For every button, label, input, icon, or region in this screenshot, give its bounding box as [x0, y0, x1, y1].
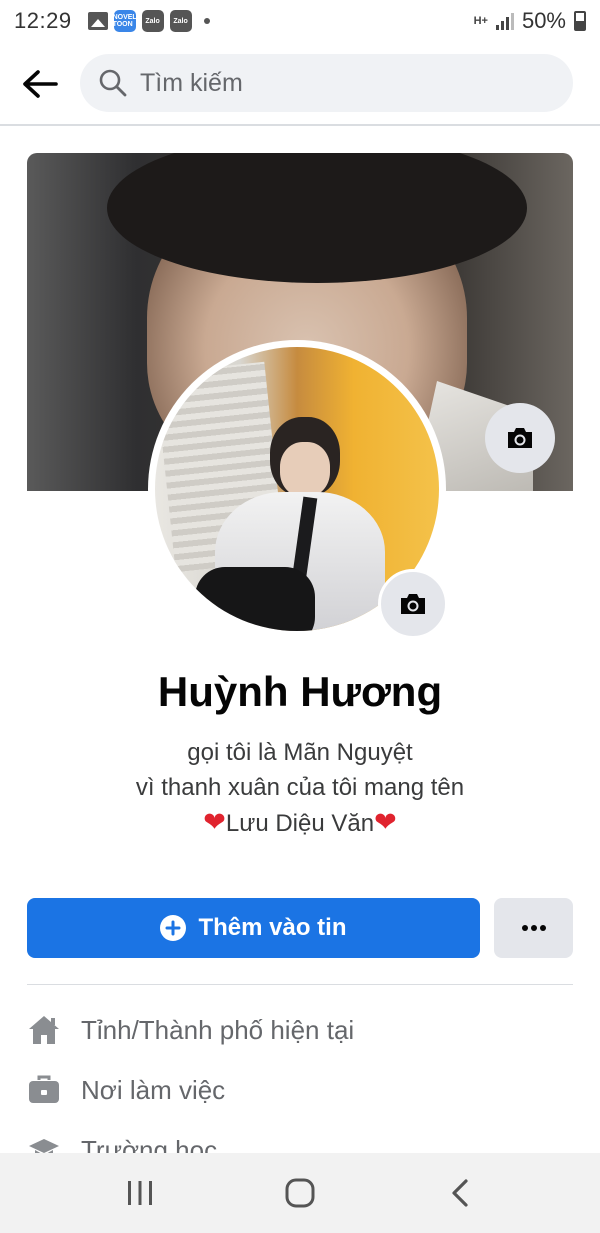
detail-current-city[interactable]: Tỉnh/Thành phố hiện tại [27, 1008, 573, 1052]
briefcase-icon [27, 1073, 61, 1107]
section-divider [27, 984, 573, 985]
status-right: H+ 50% [474, 8, 586, 34]
edit-cover-photo-button[interactable] [485, 403, 555, 473]
zalo-notification-icon: Zalo [141, 10, 164, 32]
network-type-icon: H+ [473, 15, 488, 27]
add-to-story-button[interactable]: Thêm vào tin [27, 898, 480, 958]
home-circle-icon [285, 1178, 315, 1208]
detail-label: Nơi làm việc [81, 1074, 226, 1105]
system-navigation-bar [0, 1153, 600, 1233]
chevron-left-icon [452, 1179, 468, 1207]
status-time: 12:29 [14, 8, 72, 33]
detail-label: Tỉnh/Thành phố hiện tại [81, 1014, 355, 1045]
edit-profile-picture-button[interactable] [378, 569, 448, 639]
battery-icon [574, 11, 586, 31]
bio-line-3-text: Lưu Diệu Văn [225, 810, 375, 837]
back-navigation-button[interactable] [430, 1163, 490, 1223]
search-icon [99, 69, 127, 97]
recent-apps-button[interactable] [110, 1163, 170, 1223]
more-notifications-dot-icon [203, 18, 210, 24]
profile-page: 12:29 NOVEL TOON Zalo Zalo H+ 50% Tìm ki… [0, 0, 600, 1233]
heart-icon: ❤ [374, 807, 397, 837]
more-options-button[interactable] [494, 898, 573, 958]
arrow-left-icon [23, 70, 58, 98]
plus-circle-icon [160, 915, 187, 941]
gallery-notification-icon [87, 12, 108, 30]
home-button[interactable] [270, 1163, 330, 1223]
detail-workplace[interactable]: Nơi làm việc [27, 1068, 573, 1112]
home-icon [27, 1013, 61, 1047]
profile-name: Huỳnh Hương [157, 668, 443, 715]
search-bar[interactable] [80, 54, 573, 112]
status-bar: 12:29 NOVEL TOON Zalo Zalo H+ 50% [0, 0, 600, 42]
avatar-person-legs [195, 567, 315, 631]
battery-level: 50% [521, 8, 566, 33]
back-button[interactable] [18, 62, 62, 106]
signal-icon [495, 12, 514, 30]
camera-icon [508, 428, 532, 448]
avatar-person-face [280, 442, 330, 497]
recent-apps-icon [128, 1181, 152, 1205]
zalo-notification-icon: Zalo [169, 10, 192, 32]
camera-icon [401, 594, 425, 614]
profile-bio: gọi tôi là Mãn Nguyệt vì thanh xuân của … [0, 735, 600, 841]
more-dots-icon [521, 925, 546, 931]
bio-line-2: vì thanh xuân của tôi mang tên [135, 774, 465, 801]
notification-icons: NOVEL TOON Zalo Zalo [87, 10, 210, 32]
bio-line-3: ❤Lưu Diệu Văn❤ [0, 805, 600, 841]
novel-toon-notification-icon: NOVEL TOON [113, 10, 137, 32]
heart-icon: ❤ [203, 807, 226, 837]
add-to-story-label: Thêm vào tin [198, 914, 347, 941]
search-input[interactable] [140, 68, 520, 98]
bio-line-1: gọi tôi là Mãn Nguyệt [187, 739, 413, 766]
app-header [0, 42, 600, 126]
